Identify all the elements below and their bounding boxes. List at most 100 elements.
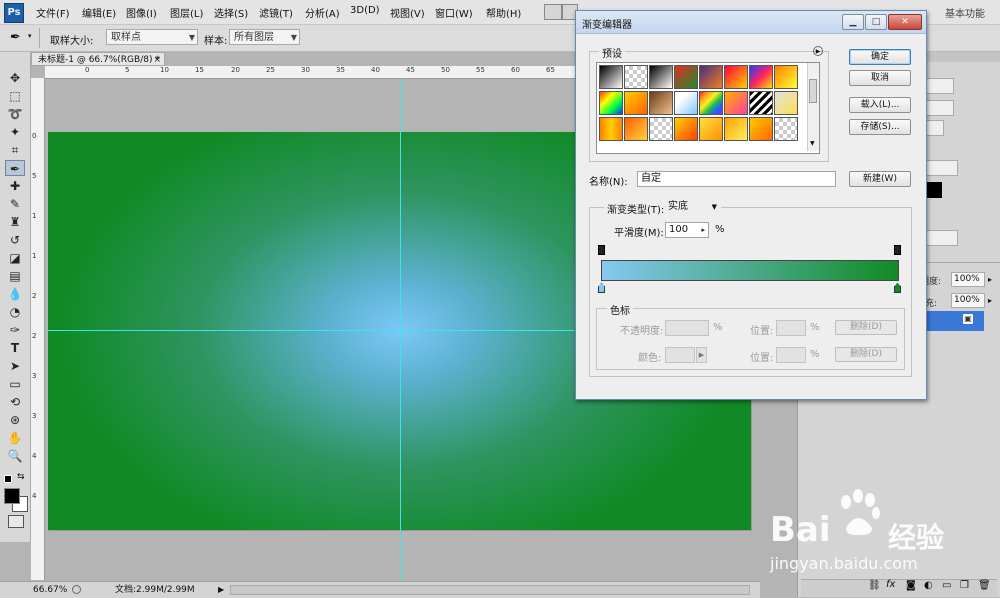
dodge-tool-icon[interactable]: ◔ (5, 304, 25, 320)
preset-swatch[interactable] (699, 65, 723, 89)
default-colors-icon[interactable] (4, 475, 12, 483)
vertical-ruler[interactable]: 0 5 1 1 2 2 3 3 4 4 (31, 78, 45, 580)
magic-wand-tool-icon[interactable]: ✦ (5, 124, 25, 140)
healing-brush-tool-icon[interactable]: ✚ (5, 178, 25, 194)
preset-swatch[interactable] (674, 91, 698, 115)
preset-swatch[interactable] (649, 117, 673, 141)
type-tool-icon[interactable]: T (5, 340, 25, 356)
panel-field[interactable] (924, 230, 958, 246)
menu-filter[interactable]: 滤镜(T) (259, 5, 293, 20)
zoom-tool-icon[interactable]: 🔍 (5, 448, 25, 464)
chevron-right-icon[interactable]: ▸ (701, 223, 705, 237)
preset-swatch[interactable] (749, 91, 773, 115)
history-brush-tool-icon[interactable]: ↺ (5, 232, 25, 248)
name-field[interactable]: 自定 (637, 171, 836, 187)
marquee-tool-icon[interactable]: ⬚ (5, 88, 25, 104)
hand-tool-icon[interactable]: ✋ (5, 430, 25, 446)
new-button[interactable]: 新建(W) (849, 171, 911, 187)
panel-select[interactable] (924, 160, 958, 176)
link-layers-icon[interactable]: ⛓ (868, 580, 881, 591)
gradient-type-select[interactable]: 实底 ▼ (665, 200, 721, 216)
menu-help[interactable]: 帮助(H) (486, 5, 521, 20)
eyedropper-icon[interactable]: ✒ (10, 30, 21, 45)
new-layer-icon[interactable]: ❐ (960, 580, 969, 591)
presets-menu-icon[interactable]: ▶ (813, 46, 823, 56)
gradient-tool-icon[interactable]: ▤ (5, 268, 25, 284)
shape-tool-icon[interactable]: ▭ (5, 376, 25, 392)
preset-swatch[interactable] (724, 65, 748, 89)
menu-image[interactable]: 图像(I) (126, 5, 157, 20)
preset-swatch[interactable] (774, 91, 798, 115)
gradient-preview-bar[interactable] (601, 260, 899, 281)
tool-preset-chevron-icon[interactable]: ▾ (28, 32, 32, 40)
preset-swatch[interactable] (599, 91, 623, 115)
menu-3d[interactable]: 3D(D) (350, 5, 380, 16)
3d-rotate-tool-icon[interactable]: ⟲ (5, 394, 25, 410)
path-selection-tool-icon[interactable]: ➤ (5, 358, 25, 374)
scrollbar-thumb[interactable] (809, 79, 817, 103)
foreground-color-swatch[interactable] (4, 488, 20, 504)
status-options-icon[interactable] (72, 585, 81, 594)
eyedropper-tool-icon[interactable]: ✒ (5, 160, 25, 176)
delete-layer-icon[interactable]: 🗑 (978, 580, 991, 591)
layer-fill-value[interactable]: 100% (951, 293, 985, 308)
brush-tool-icon[interactable]: ✎ (5, 196, 25, 212)
layer-opacity-value[interactable]: 100% (951, 272, 985, 287)
presets-scrollbar[interactable]: ▼ (807, 63, 819, 151)
panel-field[interactable] (924, 120, 944, 136)
preset-swatch[interactable] (774, 117, 798, 141)
panel-field[interactable] (924, 78, 954, 94)
chevron-right-icon[interactable]: ▸ (988, 296, 992, 305)
menu-file[interactable]: 文件(F) (36, 5, 70, 20)
vertical-guide[interactable] (400, 78, 401, 580)
quick-mask-icon[interactable] (8, 515, 24, 528)
swap-colors-icon[interactable]: ⇆ (17, 472, 25, 482)
group-layers-icon[interactable]: ▭ (942, 580, 951, 591)
smoothness-field[interactable]: 100 ▸ (665, 222, 709, 238)
preset-swatch[interactable] (749, 117, 773, 141)
preset-swatch[interactable] (774, 65, 798, 89)
panel-field[interactable] (924, 100, 954, 116)
menu-edit[interactable]: 编辑(E) (82, 5, 116, 20)
adjustment-layer-icon[interactable]: ◐ (924, 580, 933, 591)
menu-analysis[interactable]: 分析(A) (305, 5, 340, 20)
preset-swatch[interactable] (624, 117, 648, 141)
layer-mask-icon[interactable]: ◙ (906, 580, 916, 591)
move-tool-icon[interactable]: ✥ (5, 70, 25, 86)
dialog-titlebar[interactable]: 渐变编辑器 ▁ □ ✕ (576, 11, 926, 34)
layer-style-icon[interactable]: fx (886, 579, 895, 590)
eraser-tool-icon[interactable]: ◪ (5, 250, 25, 266)
horizontal-scrollbar[interactable] (230, 585, 750, 595)
sample-select[interactable]: 所有图层 ▼ (229, 29, 300, 45)
preset-swatch[interactable] (699, 91, 723, 115)
clone-stamp-tool-icon[interactable]: ♜ (5, 214, 25, 230)
bridge-icon[interactable] (544, 4, 562, 20)
menu-layer[interactable]: 图层(L) (170, 5, 203, 20)
workspace-switcher[interactable]: 基本功能 (945, 5, 985, 20)
preset-swatch[interactable] (624, 91, 648, 115)
load-button[interactable]: 载入(L)... (849, 97, 911, 113)
opacity-stop-left[interactable] (598, 245, 605, 255)
blur-tool-icon[interactable]: 💧 (5, 286, 25, 302)
zoom-level[interactable]: 66.67% (33, 582, 67, 598)
preset-swatch[interactable] (599, 65, 623, 89)
opacity-stop-right[interactable] (894, 245, 901, 255)
document-tab[interactable]: 未标题-1 @ 66.7%(RGB/8) * × (31, 52, 165, 66)
status-menu-arrow-icon[interactable]: ▶ (218, 582, 224, 598)
menu-window[interactable]: 窗口(W) (435, 5, 473, 20)
preset-swatch[interactable] (649, 65, 673, 89)
ok-button[interactable]: 确定 (849, 49, 911, 65)
sample-size-select[interactable]: 取样点 ▼ (106, 29, 198, 45)
cancel-button[interactable]: 取消 (849, 70, 911, 86)
preset-swatch[interactable] (749, 65, 773, 89)
preset-swatch[interactable] (599, 117, 623, 141)
lasso-tool-icon[interactable]: ➰ (5, 106, 25, 122)
preset-swatch[interactable] (624, 65, 648, 89)
preset-swatch[interactable] (674, 117, 698, 141)
close-icon[interactable]: × (153, 53, 161, 67)
gradient-presets-grid[interactable]: ▼ (596, 62, 820, 154)
chevron-right-icon[interactable]: ▸ (988, 275, 992, 284)
3d-orbit-tool-icon[interactable]: ⊛ (5, 412, 25, 428)
chevron-down-icon[interactable]: ▼ (810, 140, 815, 147)
pen-tool-icon[interactable]: ✑ (5, 322, 25, 338)
